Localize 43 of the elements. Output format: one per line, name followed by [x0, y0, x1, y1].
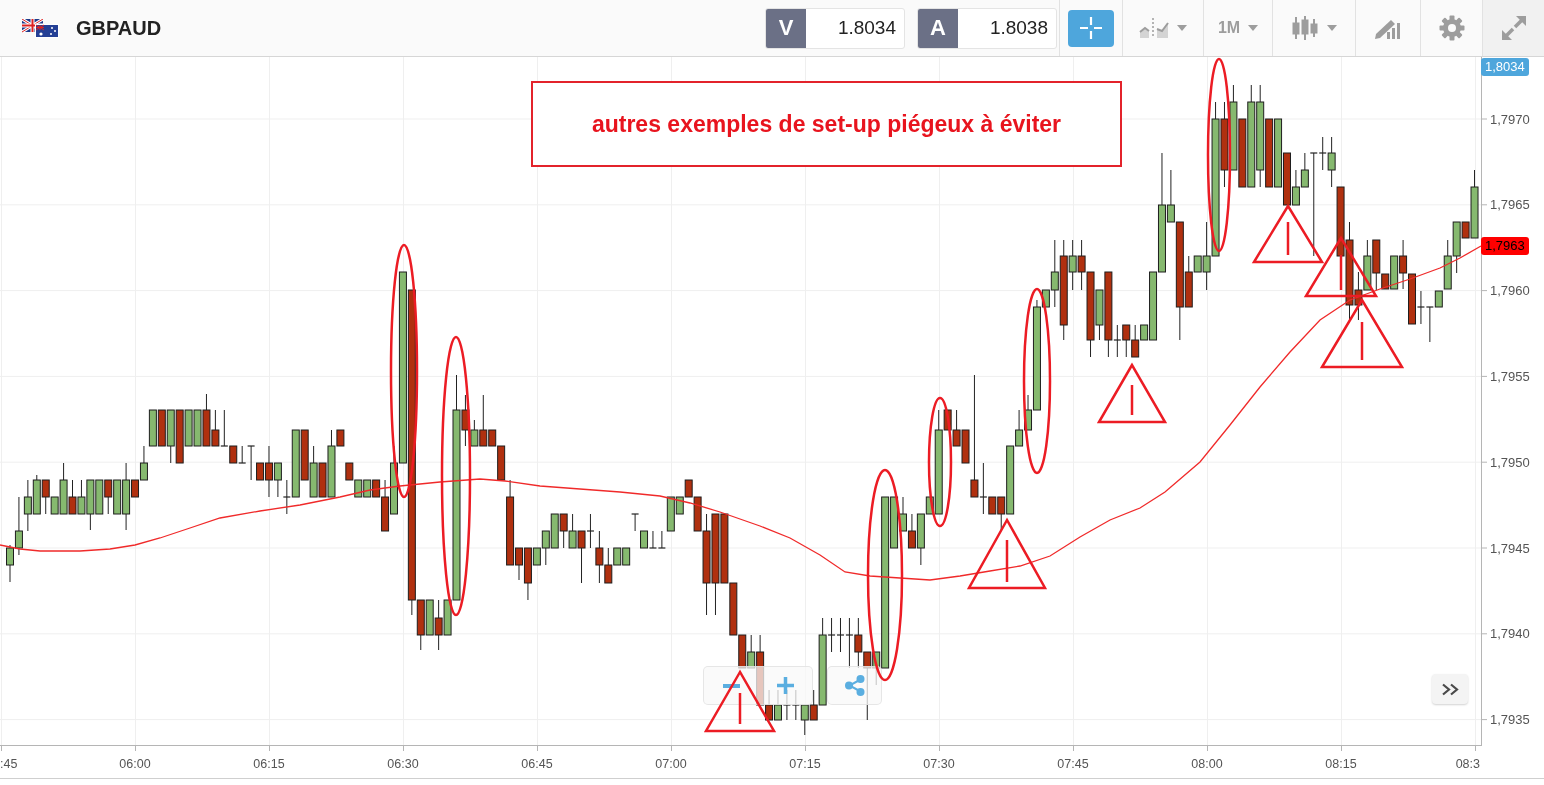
time-axis-label: 08:00: [1191, 757, 1223, 771]
double-chevron-icon: [1441, 682, 1459, 696]
price-axis-label: 1,7965: [1490, 197, 1530, 213]
currency-flags-icon: [22, 18, 59, 38]
time-axis-label: 06:15: [253, 757, 285, 771]
time-axis-label: 07:30: [923, 757, 955, 771]
price-axis-label: 1,7960: [1490, 283, 1530, 299]
price-axis-label: 1,7970: [1490, 111, 1530, 127]
time-axis-label: 06:30: [387, 757, 419, 771]
time-axis-label: 07:45: [1057, 757, 1089, 771]
caret-icon: [1248, 25, 1259, 31]
line-chart-icon: [1139, 17, 1169, 39]
gear-icon: [1437, 14, 1466, 42]
price-marker: 1,8034: [1481, 58, 1529, 76]
time-axis-label: 06:45: [521, 757, 553, 771]
candlestick-icon: [1291, 15, 1319, 41]
price-axis-label: 1,7940: [1490, 626, 1530, 642]
annotation-note: autres exemples de set-up piégeux à éviter: [531, 81, 1122, 167]
scroll-to-latest-button[interactable]: [1432, 674, 1468, 704]
sell-button[interactable]: V 1.8034: [765, 7, 905, 49]
time-axis-label: 06:00: [119, 757, 151, 771]
price-marker: 1,7963: [1481, 237, 1529, 255]
crosshair-icon: [1079, 16, 1103, 40]
minus-icon: [722, 683, 740, 688]
time-axis-label: 08:15: [1325, 757, 1357, 771]
price-axis-label: 1,7950: [1490, 454, 1530, 470]
price-axis-label: 1,7945: [1490, 540, 1530, 556]
warning-triangle: [1096, 362, 1168, 424]
price-axis-label: 1,7935: [1490, 712, 1530, 728]
price-axis-label: 1,7955: [1490, 368, 1530, 384]
buy-button[interactable]: A 1.8038: [917, 7, 1057, 49]
time-axis-label: 08:3: [1455, 757, 1480, 771]
caret-icon: [1177, 25, 1187, 31]
currency-pair-title: GBPAUD: [76, 16, 162, 40]
share-icon: [844, 675, 865, 696]
time-axis-label: 07:15: [789, 757, 821, 771]
share-button[interactable]: [827, 666, 882, 705]
crosshair-button[interactable]: [1068, 9, 1114, 47]
caret-icon: [1327, 25, 1337, 31]
plus-icon: [776, 677, 794, 694]
time-axis-label: :45: [0, 757, 18, 771]
fullscreen-button[interactable]: [1483, 0, 1544, 56]
time-axis-label: 07:00: [655, 757, 687, 771]
